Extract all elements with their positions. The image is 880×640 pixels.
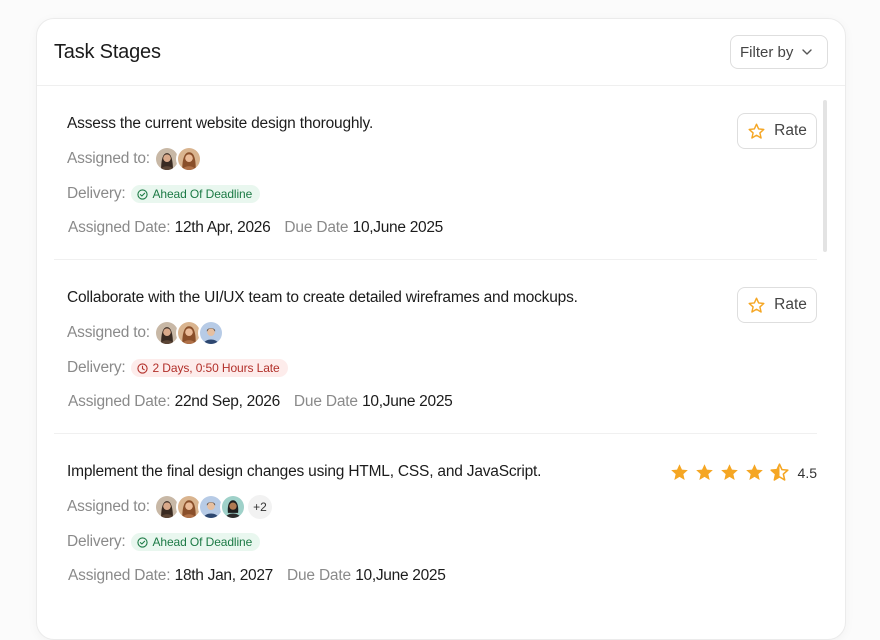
star-filled-icon[interactable] — [744, 462, 765, 483]
avatar-group[interactable] — [153, 320, 224, 346]
due-date: 10,June 2025 — [362, 393, 453, 410]
more-assignees-badge[interactable]: +2 — [247, 495, 272, 519]
task-stages-card: Task Stages Filter by Assess the current… — [36, 18, 846, 640]
avatar[interactable] — [197, 320, 224, 346]
task-item: Implement the final design changes using… — [54, 434, 817, 607]
rate-label: Rate — [774, 122, 807, 139]
status-badge: Ahead Of Deadline — [130, 185, 261, 203]
assigned-date-label: Assigned Date: — [68, 393, 171, 410]
rate-label: Rate — [774, 296, 807, 313]
dates-row: Assigned Date: 18th Jan, 2027 Due Date 1… — [68, 567, 446, 585]
dates-row: Assigned Date: 12th Apr, 2026 Due Date 1… — [68, 219, 443, 237]
card-header: Task Stages Filter by — [37, 19, 845, 86]
assigned-row: Assigned to: — [67, 146, 202, 172]
delivery-label: Delivery: — [67, 359, 126, 376]
rating-value: 4.5 — [797, 464, 817, 481]
due-date: 10,June 2025 — [355, 567, 446, 584]
delivery-status: 2 Days, 0:50 Hours Late — [152, 361, 280, 375]
rate-button[interactable]: Rate — [737, 113, 817, 149]
check-circle-icon — [136, 188, 148, 200]
chevron-down-icon — [802, 49, 813, 55]
delivery-row: Delivery: 2 Days, 0:50 Hours Late — [67, 359, 288, 377]
avatar-group[interactable] — [153, 494, 246, 520]
assigned-label: Assigned to: — [67, 498, 150, 515]
filter-label: Filter by — [740, 43, 794, 61]
avatar-group[interactable] — [153, 146, 202, 172]
assigned-date: 18th Jan, 2027 — [174, 567, 274, 584]
scrollbar[interactable] — [823, 100, 827, 252]
star-filled-icon[interactable] — [719, 462, 740, 483]
star-outline-icon — [748, 123, 765, 139]
due-date-label: Due Date — [287, 567, 351, 584]
rate-button[interactable]: Rate — [737, 287, 817, 323]
delivery-row: Delivery: Ahead Of Deadline — [67, 185, 261, 203]
due-date: 10,June 2025 — [352, 219, 444, 236]
delivery-row: Delivery: Ahead Of Deadline — [67, 533, 261, 551]
assigned-date: 22nd Sep, 2026 — [174, 393, 281, 410]
task-title: Implement the final design changes using… — [67, 463, 542, 480]
avatar[interactable] — [175, 146, 202, 172]
assigned-row: Assigned to: +2 — [67, 494, 272, 520]
task-list: Assess the current website design thorou… — [37, 86, 845, 607]
star-outline-icon — [748, 297, 765, 313]
assigned-date: 12th Apr, 2026 — [174, 219, 271, 236]
page-title: Task Stages — [54, 40, 161, 63]
due-date-label: Due Date — [284, 219, 349, 236]
assigned-row: Assigned to: — [67, 320, 224, 346]
assigned-date-label: Assigned Date: — [68, 567, 171, 584]
assigned-date-label: Assigned Date: — [68, 219, 171, 236]
delivery-label: Delivery: — [67, 533, 126, 550]
star-half-icon[interactable] — [769, 462, 790, 483]
status-badge: Ahead Of Deadline — [130, 533, 261, 551]
task-title: Assess the current website design thorou… — [67, 115, 374, 132]
assigned-label: Assigned to: — [67, 324, 150, 341]
due-date-label: Due Date — [293, 393, 358, 410]
task-title: Collaborate with the UI/UX team to creat… — [67, 289, 578, 306]
dates-row: Assigned Date: 22nd Sep, 2026 Due Date 1… — [68, 393, 453, 411]
star-filled-icon[interactable] — [694, 462, 715, 483]
filter-dropdown[interactable]: Filter by — [730, 35, 828, 69]
task-item: Collaborate with the UI/UX team to creat… — [54, 260, 817, 434]
clock-icon — [136, 362, 148, 374]
star-filled-icon[interactable] — [669, 462, 690, 483]
task-item: Assess the current website design thorou… — [54, 86, 817, 260]
status-badge: 2 Days, 0:50 Hours Late — [130, 359, 288, 377]
delivery-status: Ahead Of Deadline — [152, 535, 253, 549]
delivery-status: Ahead Of Deadline — [152, 187, 253, 201]
avatar[interactable] — [219, 494, 246, 520]
assigned-label: Assigned to: — [67, 150, 150, 167]
star-rating[interactable]: 4.5 — [669, 462, 817, 483]
check-circle-icon — [136, 536, 148, 548]
delivery-label: Delivery: — [67, 185, 126, 202]
